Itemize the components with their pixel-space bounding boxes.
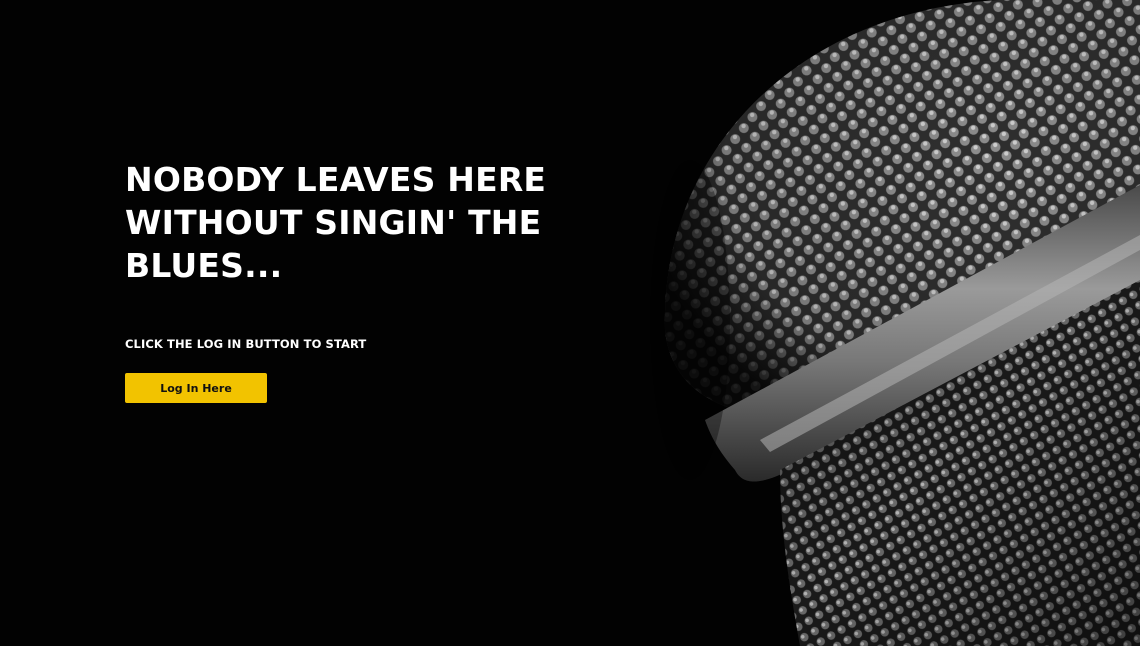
landing-page: NOBODY LEAVES HERE WITHOUT SINGIN' THE B…: [0, 0, 1140, 646]
hero-content: NOBODY LEAVES HERE WITHOUT SINGIN' THE B…: [125, 158, 595, 403]
login-button[interactable]: Log In Here: [125, 373, 267, 403]
hero-headline: NOBODY LEAVES HERE WITHOUT SINGIN' THE B…: [125, 160, 547, 285]
hero-subtext: CLICK THE LOG IN BUTTON TO START: [125, 337, 367, 351]
